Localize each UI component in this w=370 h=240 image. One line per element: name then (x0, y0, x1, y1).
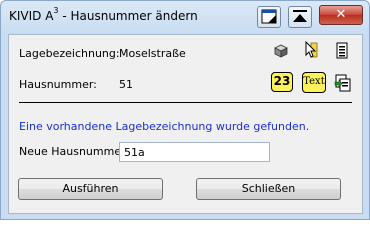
select-cursor-icon[interactable] (304, 40, 322, 64)
title-text: - Hausnummer ändern (58, 9, 198, 23)
copy-document-icon[interactable] (334, 73, 352, 96)
separator-line (19, 102, 352, 103)
text-badge-text: Text (303, 76, 325, 87)
window-layout-icon (261, 9, 277, 24)
text-badge-icon[interactable]: Text (302, 72, 326, 93)
number-badge-text: 23 (273, 74, 291, 88)
lagebezeichnung-label: Lagebezeichnung: (19, 47, 120, 60)
new-number-input[interactable] (119, 142, 270, 162)
dialog-content: Lagebezeichnung: Moselstraße Hausnummer:… (8, 34, 363, 214)
number-badge-icon[interactable]: 23 (271, 72, 293, 92)
lagebezeichnung-value: Moselstraße (119, 47, 186, 60)
close-window-button[interactable]: ✕ (319, 5, 363, 25)
title-bar[interactable]: KIVID A3 - Hausnummer ändern ✕ (1, 1, 369, 34)
list-icon[interactable] (334, 41, 350, 64)
window-title: KIVID A3 - Hausnummer ändern (9, 6, 198, 23)
hausnummer-value: 51 (119, 78, 133, 91)
hausnummer-label: Hausnummer: (19, 78, 97, 91)
title-superscript: 3 (53, 6, 59, 15)
info-message: Eine vorhandene Lagebezeichnung wurde ge… (19, 120, 310, 133)
pin-top-button[interactable] (288, 6, 312, 28)
title-app-name: KIVID A (9, 9, 54, 23)
window-layout-button[interactable] (257, 6, 281, 28)
pin-top-icon (293, 10, 307, 22)
cube-icon[interactable] (272, 42, 290, 63)
execute-button[interactable]: Ausführen (18, 178, 163, 200)
new-number-label: Neue Hausnummer: (19, 145, 130, 158)
close-button[interactable]: Schließen (196, 178, 341, 200)
close-icon: ✕ (335, 7, 347, 22)
dialog-window: KIVID A3 - Hausnummer ändern ✕ Lagebezei… (0, 0, 370, 220)
